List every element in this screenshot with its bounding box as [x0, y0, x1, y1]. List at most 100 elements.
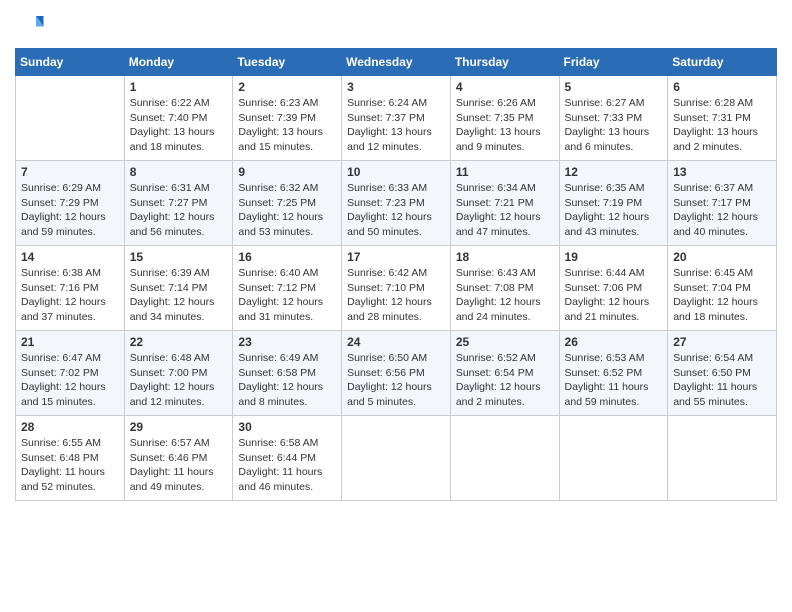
day-info: Sunrise: 6:22 AM Sunset: 7:40 PM Dayligh…	[130, 96, 228, 155]
calendar-cell: 4 Sunrise: 6:26 AM Sunset: 7:35 PM Daylig…	[450, 76, 559, 161]
calendar-body: 1 Sunrise: 6:22 AM Sunset: 7:40 PM Daylig…	[16, 76, 777, 501]
day-number: 9	[238, 165, 336, 179]
calendar-cell: 18Sunrise: 6:43 AM Sunset: 7:08 PM Dayli…	[450, 246, 559, 331]
calendar-cell: 2 Sunrise: 6:23 AM Sunset: 7:39 PM Daylig…	[233, 76, 342, 161]
day-number: 13	[673, 165, 771, 179]
day-info: Sunrise: 6:34 AM Sunset: 7:21 PM Dayligh…	[456, 181, 554, 240]
calendar-cell: 26 Sunrise: 6:53 AM Sunset: 6:52 PM Dayli…	[559, 331, 668, 416]
day-info: Sunrise: 6:49 AM Sunset: 6:58 PM Dayligh…	[238, 351, 336, 410]
calendar-cell: 1 Sunrise: 6:22 AM Sunset: 7:40 PM Daylig…	[124, 76, 233, 161]
day-number: 7	[21, 165, 119, 179]
calendar-cell	[16, 76, 125, 161]
calendar-cell: 10 Sunrise: 6:33 AM Sunset: 7:23 PM Dayli…	[342, 161, 451, 246]
column-header-wednesday: Wednesday	[342, 49, 451, 76]
day-info: Sunrise: 6:45 AM Sunset: 7:04 PM Dayligh…	[673, 266, 771, 325]
day-number: 1	[130, 80, 228, 94]
day-number: 5	[565, 80, 663, 94]
day-info: Sunrise: 6:27 AM Sunset: 7:33 PM Dayligh…	[565, 96, 663, 155]
day-number: 23	[238, 335, 336, 349]
day-info: Sunrise: 6:53 AM Sunset: 6:52 PM Dayligh…	[565, 351, 663, 410]
calendar-cell: 30 Sunrise: 6:58 AM Sunset: 6:44 PM Dayli…	[233, 416, 342, 501]
calendar-cell: 23 Sunrise: 6:49 AM Sunset: 6:58 PM Dayli…	[233, 331, 342, 416]
calendar-cell: 19Sunrise: 6:44 AM Sunset: 7:06 PM Dayli…	[559, 246, 668, 331]
week-row-5: 28Sunrise: 6:55 AM Sunset: 6:48 PM Dayli…	[16, 416, 777, 501]
day-info: Sunrise: 6:39 AM Sunset: 7:14 PM Dayligh…	[130, 266, 228, 325]
column-header-monday: Monday	[124, 49, 233, 76]
day-info: Sunrise: 6:31 AM Sunset: 7:27 PM Dayligh…	[130, 181, 228, 240]
calendar-cell: 25 Sunrise: 6:52 AM Sunset: 6:54 PM Dayli…	[450, 331, 559, 416]
day-number: 22	[130, 335, 228, 349]
day-number: 24	[347, 335, 445, 349]
calendar-cell: 14 Sunrise: 6:38 AM Sunset: 7:16 PM Dayli…	[16, 246, 125, 331]
column-header-saturday: Saturday	[668, 49, 777, 76]
day-number: 17	[347, 250, 445, 264]
day-number: 3	[347, 80, 445, 94]
day-number: 29	[130, 420, 228, 434]
header-row: SundayMondayTuesdayWednesdayThursdayFrid…	[16, 49, 777, 76]
calendar-cell: 24Sunrise: 6:50 AM Sunset: 6:56 PM Dayli…	[342, 331, 451, 416]
calendar-cell: 28Sunrise: 6:55 AM Sunset: 6:48 PM Dayli…	[16, 416, 125, 501]
column-header-thursday: Thursday	[450, 49, 559, 76]
day-info: Sunrise: 6:33 AM Sunset: 7:23 PM Dayligh…	[347, 181, 445, 240]
calendar-cell: 16 Sunrise: 6:40 AM Sunset: 7:12 PM Dayli…	[233, 246, 342, 331]
day-number: 28	[21, 420, 119, 434]
day-info: Sunrise: 6:43 AM Sunset: 7:08 PM Dayligh…	[456, 266, 554, 325]
day-number: 12	[565, 165, 663, 179]
day-number: 25	[456, 335, 554, 349]
day-info: Sunrise: 6:35 AM Sunset: 7:19 PM Dayligh…	[565, 181, 663, 240]
day-number: 30	[238, 420, 336, 434]
day-number: 4	[456, 80, 554, 94]
day-info: Sunrise: 6:37 AM Sunset: 7:17 PM Dayligh…	[673, 181, 771, 240]
week-row-2: 7 Sunrise: 6:29 AM Sunset: 7:29 PM Daylig…	[16, 161, 777, 246]
logo-icon	[15, 10, 45, 40]
week-row-3: 14 Sunrise: 6:38 AM Sunset: 7:16 PM Dayli…	[16, 246, 777, 331]
day-info: Sunrise: 6:54 AM Sunset: 6:50 PM Dayligh…	[673, 351, 771, 410]
calendar-cell: 8 Sunrise: 6:31 AM Sunset: 7:27 PM Daylig…	[124, 161, 233, 246]
day-number: 27	[673, 335, 771, 349]
day-info: Sunrise: 6:38 AM Sunset: 7:16 PM Dayligh…	[21, 266, 119, 325]
day-number: 6	[673, 80, 771, 94]
calendar-cell: 11Sunrise: 6:34 AM Sunset: 7:21 PM Dayli…	[450, 161, 559, 246]
day-info: Sunrise: 6:26 AM Sunset: 7:35 PM Dayligh…	[456, 96, 554, 155]
column-header-friday: Friday	[559, 49, 668, 76]
day-info: Sunrise: 6:58 AM Sunset: 6:44 PM Dayligh…	[238, 436, 336, 495]
day-number: 14	[21, 250, 119, 264]
page-header	[15, 10, 777, 40]
calendar-header: SundayMondayTuesdayWednesdayThursdayFrid…	[16, 49, 777, 76]
calendar-cell	[668, 416, 777, 501]
calendar-cell: 29 Sunrise: 6:57 AM Sunset: 6:46 PM Dayli…	[124, 416, 233, 501]
day-info: Sunrise: 6:57 AM Sunset: 6:46 PM Dayligh…	[130, 436, 228, 495]
calendar-cell: 13 Sunrise: 6:37 AM Sunset: 7:17 PM Dayli…	[668, 161, 777, 246]
calendar-cell: 7 Sunrise: 6:29 AM Sunset: 7:29 PM Daylig…	[16, 161, 125, 246]
day-info: Sunrise: 6:47 AM Sunset: 7:02 PM Dayligh…	[21, 351, 119, 410]
calendar-cell: 21 Sunrise: 6:47 AM Sunset: 7:02 PM Dayli…	[16, 331, 125, 416]
calendar-cell: 5 Sunrise: 6:27 AM Sunset: 7:33 PM Daylig…	[559, 76, 668, 161]
column-header-sunday: Sunday	[16, 49, 125, 76]
week-row-1: 1 Sunrise: 6:22 AM Sunset: 7:40 PM Daylig…	[16, 76, 777, 161]
day-number: 16	[238, 250, 336, 264]
calendar-cell: 20Sunrise: 6:45 AM Sunset: 7:04 PM Dayli…	[668, 246, 777, 331]
calendar-cell: 9 Sunrise: 6:32 AM Sunset: 7:25 PM Daylig…	[233, 161, 342, 246]
day-info: Sunrise: 6:52 AM Sunset: 6:54 PM Dayligh…	[456, 351, 554, 410]
day-number: 10	[347, 165, 445, 179]
calendar-cell: 22 Sunrise: 6:48 AM Sunset: 7:00 PM Dayli…	[124, 331, 233, 416]
day-info: Sunrise: 6:28 AM Sunset: 7:31 PM Dayligh…	[673, 96, 771, 155]
day-info: Sunrise: 6:42 AM Sunset: 7:10 PM Dayligh…	[347, 266, 445, 325]
logo	[15, 10, 49, 40]
day-info: Sunrise: 6:29 AM Sunset: 7:29 PM Dayligh…	[21, 181, 119, 240]
day-number: 26	[565, 335, 663, 349]
day-info: Sunrise: 6:48 AM Sunset: 7:00 PM Dayligh…	[130, 351, 228, 410]
calendar-cell: 15 Sunrise: 6:39 AM Sunset: 7:14 PM Dayli…	[124, 246, 233, 331]
calendar-cell	[559, 416, 668, 501]
calendar-table: SundayMondayTuesdayWednesdayThursdayFrid…	[15, 48, 777, 501]
day-info: Sunrise: 6:40 AM Sunset: 7:12 PM Dayligh…	[238, 266, 336, 325]
calendar-cell	[450, 416, 559, 501]
day-number: 15	[130, 250, 228, 264]
day-number: 2	[238, 80, 336, 94]
day-info: Sunrise: 6:23 AM Sunset: 7:39 PM Dayligh…	[238, 96, 336, 155]
day-number: 21	[21, 335, 119, 349]
week-row-4: 21 Sunrise: 6:47 AM Sunset: 7:02 PM Dayli…	[16, 331, 777, 416]
day-info: Sunrise: 6:24 AM Sunset: 7:37 PM Dayligh…	[347, 96, 445, 155]
day-number: 8	[130, 165, 228, 179]
day-info: Sunrise: 6:32 AM Sunset: 7:25 PM Dayligh…	[238, 181, 336, 240]
